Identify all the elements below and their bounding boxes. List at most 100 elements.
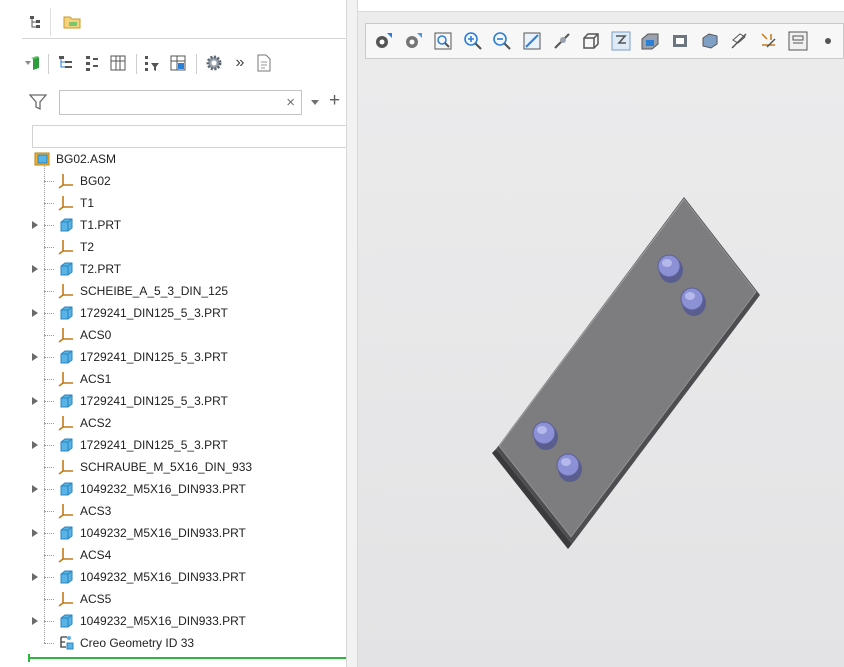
part-icon — [60, 614, 73, 628]
tree-branch-line — [44, 423, 54, 424]
model-tree-tab[interactable] — [22, 8, 51, 36]
part-icon — [60, 482, 73, 496]
tree-item-csys[interactable]: T2 — [22, 236, 356, 258]
tree-item-part[interactable]: T1.PRT — [22, 214, 356, 236]
tree-item-part[interactable]: T2.PRT — [22, 258, 356, 280]
part-icon-wrap — [58, 217, 74, 233]
tree-item-csys[interactable]: T1 — [22, 192, 356, 214]
tree-item-csys[interactable]: ACS2 — [22, 412, 356, 434]
expand-arrow-icon[interactable] — [32, 397, 38, 405]
toolbar-separator — [136, 54, 137, 74]
part-icon-wrap — [58, 349, 74, 365]
tree-item-label: T1.PRT — [80, 218, 122, 232]
tree-item-part[interactable]: 1049232_M5X16_DIN933.PRT — [22, 522, 356, 544]
tree-item-part[interactable]: 1049232_M5X16_DIN933.PRT — [22, 566, 356, 588]
search-input[interactable] — [62, 93, 271, 114]
tree-settings-button[interactable] — [168, 53, 188, 73]
tree-item-part[interactable]: 1729241_DIN125_5_3.PRT — [22, 346, 356, 368]
tree-filter-icon — [145, 56, 159, 71]
tree-item-geometry[interactable]: Creo Geometry ID 33 — [22, 632, 356, 654]
tree-filters-button[interactable] — [142, 53, 162, 73]
add-filter-button[interactable]: + — [329, 90, 340, 112]
model-3d-view — [492, 197, 760, 549]
tree-item-label: T2 — [80, 240, 95, 254]
tree-branch-line — [44, 511, 54, 512]
expand-arrow-icon[interactable] — [32, 485, 38, 493]
tree-item-part[interactable]: 1729241_DIN125_5_3.PRT — [22, 434, 356, 456]
tree-columns-button[interactable] — [108, 53, 128, 73]
tree-item-csys[interactable]: ACS4 — [22, 544, 356, 566]
csys-icon-wrap — [58, 591, 74, 607]
tree-root-assembly[interactable]: BG02.ASM — [22, 148, 356, 170]
part-icon-wrap — [58, 525, 74, 541]
expand-arrow-icon[interactable] — [32, 353, 38, 361]
expand-all-button[interactable] — [56, 53, 76, 73]
csys-icon-wrap — [58, 173, 74, 189]
csys-icon-wrap — [58, 283, 74, 299]
tree-item-label: T1 — [80, 196, 95, 210]
graphics-window[interactable] — [358, 0, 844, 667]
panel-splitter[interactable] — [346, 0, 358, 667]
search-box: × — [59, 90, 302, 115]
tree-item-label: 1729241_DIN125_5_3.PRT — [80, 350, 228, 364]
expand-arrow-icon[interactable] — [32, 617, 38, 625]
part-icon-wrap — [58, 437, 74, 453]
tree-branch-line — [44, 533, 54, 534]
geometry-icon — [60, 636, 74, 650]
tree-item-label: BG02 — [80, 174, 111, 188]
expand-arrow-icon[interactable] — [32, 221, 38, 229]
csys-icon-wrap — [58, 503, 74, 519]
tree-item-csys[interactable]: SCHEIBE_A_5_3_DIN_125 — [22, 280, 356, 302]
tree-item-csys[interactable]: ACS0 — [22, 324, 356, 346]
tree-item-part[interactable]: 1049232_M5X16_DIN933.PRT — [22, 610, 356, 632]
funnel-icon[interactable] — [29, 93, 47, 111]
tree-item-csys[interactable]: ACS5 — [22, 588, 356, 610]
folder-browser-tab[interactable] — [58, 8, 86, 36]
coordinate-system-icon — [58, 174, 73, 189]
tree-item-csys[interactable]: BG02 — [22, 170, 356, 192]
tree-item-csys[interactable]: ACS3 — [22, 500, 356, 522]
clear-search-icon[interactable]: × — [286, 95, 295, 110]
part-icon-wrap — [58, 569, 74, 585]
tree-item-label: SCHRAUBE_M_5X16_DIN_933 — [80, 460, 253, 474]
toolbar-separator — [196, 54, 197, 74]
tree-item-part[interactable]: 1729241_DIN125_5_3.PRT — [22, 302, 356, 324]
tree-item-csys[interactable]: ACS1 — [22, 368, 356, 390]
expand-arrow-icon[interactable] — [32, 309, 38, 317]
tree-branch-line — [44, 313, 54, 314]
tree-branch-line — [44, 445, 54, 446]
settings-button[interactable] — [204, 53, 224, 73]
tree-item-part[interactable]: 1729241_DIN125_5_3.PRT — [22, 390, 356, 412]
tree-branch-line — [44, 467, 54, 468]
tree-item-label: BG02.ASM — [56, 152, 117, 166]
document-icon — [257, 54, 271, 72]
part-icon — [60, 526, 73, 540]
part-icon — [60, 262, 73, 276]
more-button[interactable]: » — [230, 53, 250, 73]
document-button[interactable] — [254, 53, 274, 73]
expand-arrow-icon[interactable] — [32, 529, 38, 537]
collapse-all-button[interactable] — [82, 53, 102, 73]
expand-arrow-icon[interactable] — [32, 441, 38, 449]
assembly-icon-wrap — [34, 151, 50, 167]
tree-item-csys[interactable]: SCHRAUBE_M_5X16_DIN_933 — [22, 456, 356, 478]
coordinate-system-icon — [58, 548, 73, 563]
show-dropdown-button[interactable] — [22, 53, 42, 73]
tree-branch-line — [44, 335, 54, 336]
filter-row: × + — [22, 84, 356, 118]
part-icon-wrap — [58, 261, 74, 277]
part-icon — [60, 394, 73, 408]
tree-item-label: SCHEIBE_A_5_3_DIN_125 — [80, 284, 229, 298]
tree-branch-line — [44, 401, 54, 402]
csys-icon-wrap — [58, 371, 74, 387]
expand-arrow-icon[interactable] — [32, 265, 38, 273]
chevron-down-icon[interactable] — [308, 96, 322, 108]
csys-icon-wrap — [58, 415, 74, 431]
tree-info-bar — [32, 125, 351, 148]
tree-item-part[interactable]: 1049232_M5X16_DIN933.PRT — [22, 478, 356, 500]
creo-window: » × + BG02.ASM BG02 T1 T1.PRT T2 T2.PRT SC — [0, 0, 844, 667]
coordinate-system-icon — [58, 284, 73, 299]
tree-branch-line — [44, 247, 54, 248]
expand-arrow-icon[interactable] — [32, 573, 38, 581]
coordinate-system-icon — [58, 328, 73, 343]
